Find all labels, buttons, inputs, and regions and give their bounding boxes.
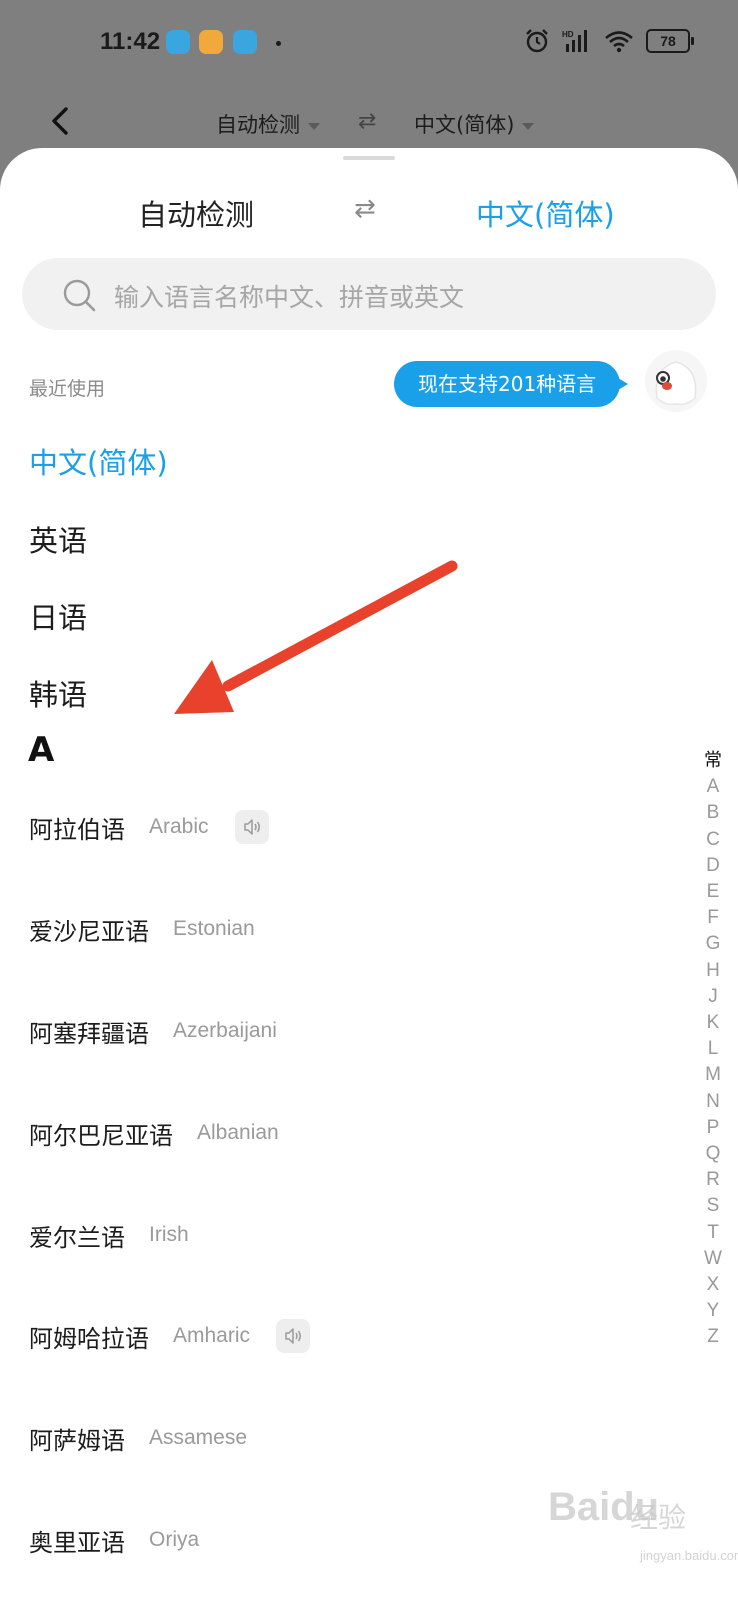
background-source-language[interactable]: 自动检测 [216, 109, 320, 139]
status-time: 11:42 [100, 28, 161, 55]
pronunciation-speaker-button[interactable] [234, 810, 269, 844]
language-row-albanian[interactable]: 阿尔巴尼亚语 Albanian [29, 1108, 279, 1158]
language-row-irish[interactable]: 爱尔兰语 Irish [29, 1210, 189, 1260]
index-letter[interactable]: R [706, 1167, 720, 1193]
notification-app-icon [199, 30, 223, 54]
language-name-cn: 爱沙尼亚语 [29, 917, 149, 946]
language-name-en: Irish [149, 1223, 189, 1246]
back-arrow-icon[interactable] [42, 101, 82, 141]
wifi-icon [605, 31, 633, 53]
language-row-arabic[interactable]: 阿拉伯语 Arabic [29, 802, 269, 852]
language-row-azerbaijani[interactable]: 阿塞拜疆语 Azerbaijani [29, 1006, 277, 1056]
language-name-cn: 阿尔巴尼亚语 [29, 1121, 173, 1150]
index-letter[interactable]: J [708, 984, 718, 1010]
section-letter-header: A [28, 730, 55, 770]
index-letter[interactable]: F [707, 905, 719, 931]
index-letter[interactable]: N [706, 1089, 720, 1115]
recent-language-item[interactable]: 日语 [29, 595, 87, 637]
language-name-cn: 奥里亚语 [29, 1528, 125, 1557]
battery-indicator: 78 [646, 29, 694, 53]
index-letter[interactable]: 常 [704, 748, 722, 774]
language-name-en: Amharic [173, 1324, 251, 1347]
index-letter[interactable]: Q [706, 1141, 721, 1167]
language-row-estonian[interactable]: 爱沙尼亚语 Estonian [29, 904, 255, 954]
language-name-en: Oriya [149, 1528, 200, 1551]
dropdown-caret-icon [308, 122, 320, 130]
index-letter[interactable]: W [704, 1246, 722, 1272]
index-letter[interactable]: P [707, 1115, 720, 1141]
index-letter[interactable]: H [706, 958, 720, 984]
index-letter[interactable]: B [707, 800, 720, 826]
language-name-en: Albanian [197, 1121, 279, 1144]
language-name-cn: 阿萨姆语 [29, 1426, 125, 1455]
more-notifications-dot [276, 41, 281, 46]
dropdown-caret-icon [522, 122, 535, 130]
sheet-drag-handle[interactable] [343, 156, 395, 160]
alphabet-index-sidebar[interactable]: 常 A B C D E F G H J K L M N P Q R S T W … [700, 748, 726, 1351]
watermark-cn: 经验 [630, 1501, 687, 1534]
background-translate-header: 自动检测 ⇄ 中文(简体) [0, 95, 738, 155]
language-name-cn: 爱尔兰语 [29, 1223, 125, 1252]
index-letter[interactable]: L [708, 1036, 719, 1062]
language-row-assamese[interactable]: 阿萨姆语 Assamese [29, 1413, 247, 1463]
recent-language-item[interactable]: 韩语 [29, 672, 87, 714]
index-letter[interactable]: S [707, 1193, 720, 1219]
notification-app-icon [233, 30, 257, 54]
mascot-avatar-icon [645, 350, 707, 412]
language-name-en: Arabic [149, 815, 209, 838]
language-name-en: Assamese [149, 1426, 248, 1449]
alarm-icon [526, 29, 548, 53]
language-search-input[interactable]: 输入语言名称中文、拼音或英文 [22, 258, 716, 330]
language-name-cn: 阿拉伯语 [29, 815, 125, 844]
language-name-cn: 阿塞拜疆语 [29, 1019, 149, 1048]
index-letter[interactable]: C [706, 827, 720, 853]
index-letter[interactable]: E [707, 879, 720, 905]
status-bar: 11:42 HD 78 [0, 0, 738, 88]
pronunciation-speaker-button[interactable] [276, 1319, 311, 1353]
status-icons: HD 78 [524, 28, 694, 54]
supported-languages-tooltip: 现在支持201种语言 [394, 361, 629, 407]
index-letter[interactable]: T [707, 1220, 719, 1246]
index-letter[interactable]: M [705, 1062, 721, 1088]
index-letter[interactable]: K [707, 1010, 720, 1036]
signal-label: HD [562, 30, 574, 39]
index-letter[interactable]: G [706, 931, 721, 957]
background-target-language[interactable]: 中文(简体) [414, 109, 535, 139]
recent-heading: 最近使用 [29, 378, 106, 400]
target-language-tab[interactable]: 中文(简体) [476, 192, 615, 234]
watermark-url: jingyan.baidu.com [640, 1548, 738, 1563]
speaker-icon [243, 819, 260, 835]
search-icon [63, 279, 96, 312]
source-language-tab[interactable]: 自动检测 [138, 192, 254, 234]
speaker-icon [285, 1328, 302, 1344]
language-row-amharic[interactable]: 阿姆哈拉语 Amharic [29, 1311, 311, 1361]
background-swap-icon[interactable]: ⇄ [358, 109, 376, 134]
index-letter[interactable]: X [707, 1272, 720, 1298]
language-name-cn: 阿姆哈拉语 [29, 1324, 149, 1353]
index-letter[interactable]: Z [707, 1324, 719, 1350]
language-name-en: Estonian [173, 917, 255, 940]
recent-language-item[interactable]: 中文(简体) [29, 440, 168, 482]
recent-language-item[interactable]: 英语 [29, 518, 87, 560]
cellular-signal-icon: HD [562, 30, 587, 52]
search-placeholder: 输入语言名称中文、拼音或英文 [114, 283, 465, 312]
language-name-en: Azerbaijani [173, 1019, 277, 1042]
language-selector-bar: 自动检测 ⇄ 中文(简体) [0, 188, 738, 238]
index-letter[interactable]: A [707, 774, 720, 800]
index-letter[interactable]: Y [707, 1298, 720, 1324]
language-picker-sheet: 自动检测 ⇄ 中文(简体) 输入语言名称中文、拼音或英文 最近使用 现在支持20… [0, 148, 738, 1608]
index-letter[interactable]: D [706, 853, 720, 879]
swap-languages-icon[interactable]: ⇄ [354, 194, 376, 224]
notification-app-icon [166, 30, 190, 54]
language-row-oriya[interactable]: 奥里亚语 Oriya [29, 1515, 199, 1565]
